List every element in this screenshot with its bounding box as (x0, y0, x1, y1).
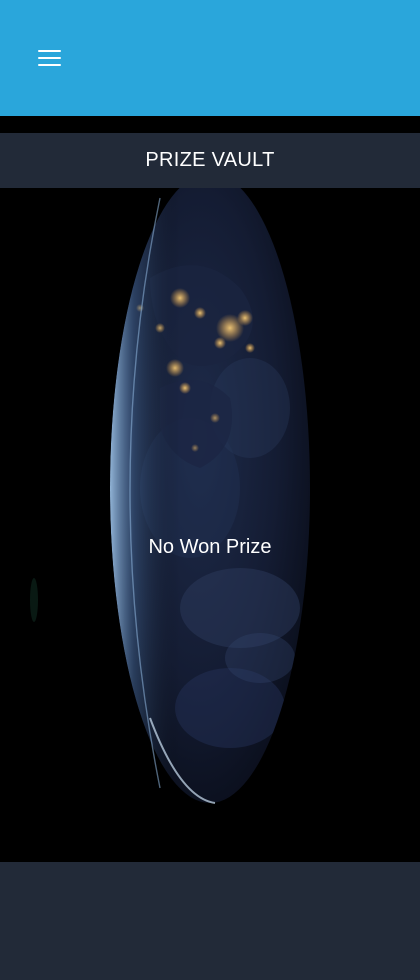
top-app-bar (0, 0, 420, 116)
page-title: PRIZE VAULT (145, 149, 275, 171)
footer-bar (0, 862, 420, 980)
hamburger-menu-icon[interactable] (38, 48, 62, 68)
menu-line (38, 64, 61, 66)
menu-line (38, 50, 61, 52)
earth-planet-image (30, 188, 310, 804)
header-divider (0, 116, 420, 133)
no-prize-message: No Won Prize (148, 536, 272, 558)
page-title-bar: PRIZE VAULT (0, 133, 420, 188)
app-screen: PRIZE VAULT No Won Prize (0, 0, 420, 980)
prize-vault-panel: No Won Prize (0, 188, 420, 862)
menu-line (38, 57, 61, 59)
